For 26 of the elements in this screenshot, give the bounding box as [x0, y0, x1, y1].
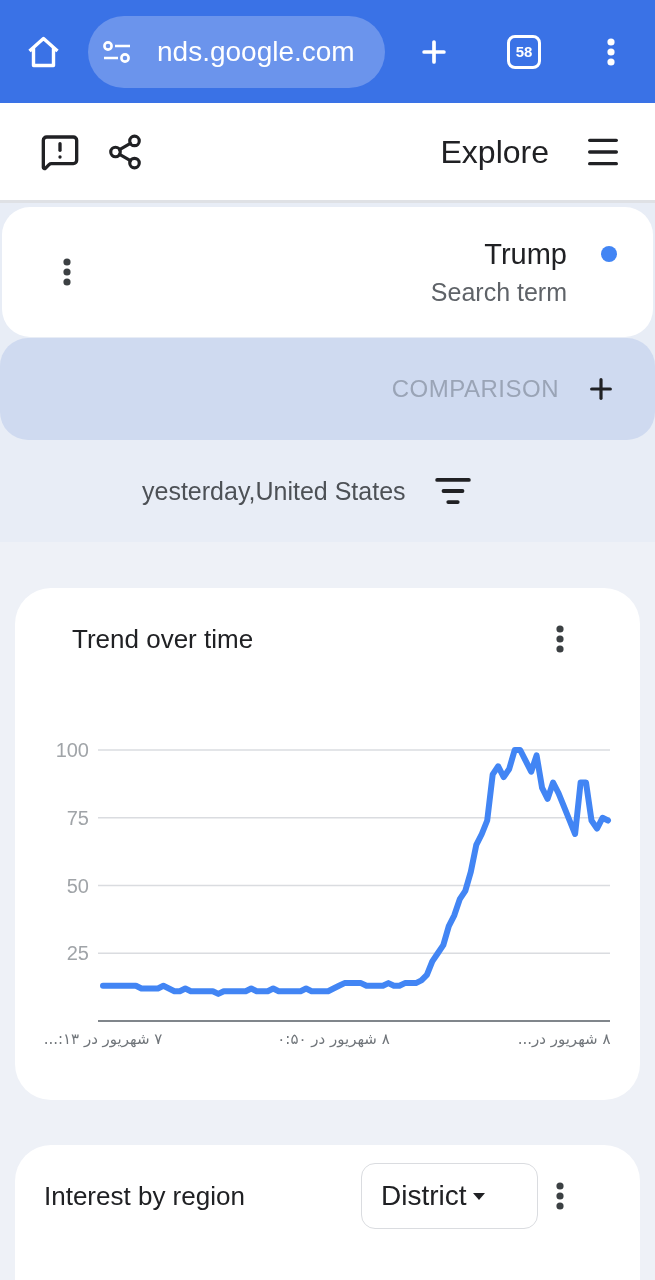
x-axis-label: ۸ شهریور در ۰:۵۰	[277, 1030, 390, 1048]
address-bar[interactable]: nds.google.com	[88, 15, 385, 88]
home-icon[interactable]	[27, 35, 60, 68]
y-axis-label: 25	[66, 942, 89, 965]
x-axis-label: ۷ شهریور در ۱۳:...	[43, 1030, 163, 1048]
more-options-icon[interactable]	[607, 37, 615, 66]
search-term-label: Search term	[430, 277, 567, 307]
x-axis-label: ۸ شهریور در...	[517, 1030, 611, 1048]
page-title: Explore	[440, 132, 549, 172]
resolution-dropdown[interactable]: District	[361, 1163, 538, 1229]
caret-down-icon	[472, 1192, 485, 1200]
share-icon[interactable]	[106, 132, 144, 171]
more-options-icon[interactable]	[63, 258, 71, 286]
search-term: Trump	[484, 237, 567, 271]
more-options-icon[interactable]	[556, 625, 564, 653]
tab-count-button[interactable]: 58	[507, 34, 541, 69]
card-title: Interest by region	[44, 1180, 245, 1212]
site-settings-icon[interactable]	[103, 40, 131, 63]
url-text: nds.google.com	[157, 34, 355, 69]
y-axis-label: 75	[66, 806, 89, 829]
search-term-card[interactable]: Trump Search term	[2, 207, 653, 337]
more-options-icon[interactable]	[556, 1182, 564, 1210]
y-axis-label: 100	[55, 739, 89, 761]
filter-summary: yesterday,United States	[142, 476, 406, 506]
card-title: Trend over time	[72, 623, 254, 655]
y-axis-label: 50	[66, 874, 89, 897]
